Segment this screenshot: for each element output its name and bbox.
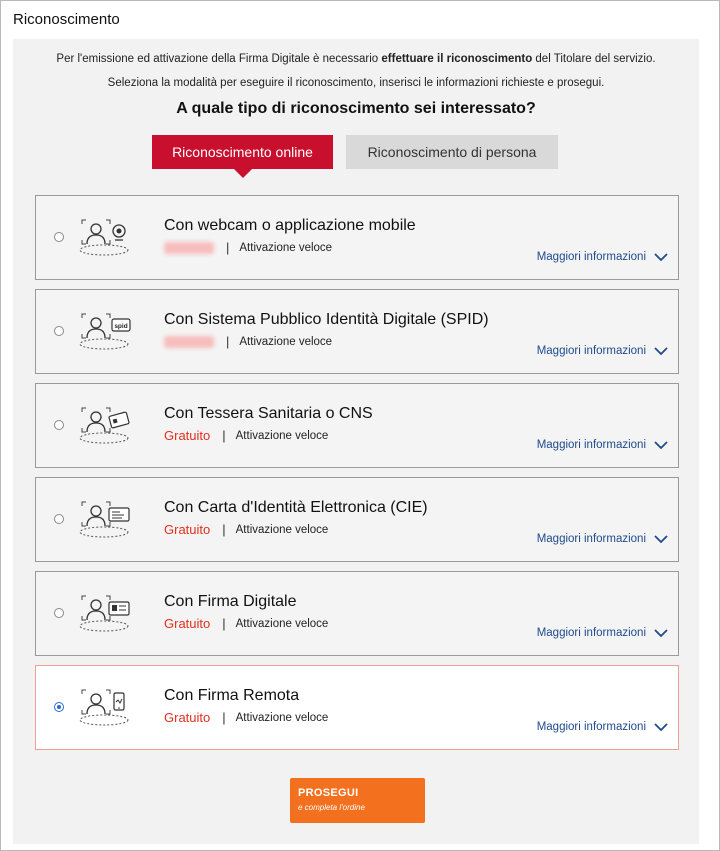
more-info-link[interactable]: Maggiori informazioni	[537, 251, 668, 263]
option-card-health-card[interactable]: Con Tessera Sanitaria o CNS Gratuito | A…	[35, 383, 679, 468]
chevron-down-icon	[654, 252, 668, 261]
remote-signature-phone-icon	[79, 689, 129, 726]
option-speed: Attivazione veloce	[235, 429, 329, 442]
option-card-digital-signature[interactable]: Con Firma Digitale Gratuito | Attivazion…	[35, 571, 679, 656]
spid-icon: spid	[79, 313, 131, 350]
option-speed: Attivazione veloce	[239, 335, 333, 348]
option-subline: Gratuito | Attivazione veloce	[164, 616, 328, 631]
option-price: Gratuito	[164, 710, 211, 725]
chevron-down-icon	[654, 534, 668, 543]
intro-text-part1: Per l'emissione ed attivazione della Fir…	[56, 53, 382, 65]
proceed-button-sublabel: e completa l'ordine	[298, 803, 365, 812]
option-title: Con Tessera Sanitaria o CNS	[164, 405, 373, 422]
digital-signature-card-icon	[79, 595, 130, 632]
more-info-label: Maggiori informazioni	[536, 345, 646, 357]
more-info-label: Maggiori informazioni	[536, 721, 646, 733]
option-subline: | Attivazione veloce	[164, 334, 332, 349]
option-card-spid[interactable]: spid Con Sistema Pubblico Identità Digit…	[35, 289, 679, 374]
option-title: Con Firma Digitale	[164, 593, 297, 610]
option-title: Con Sistema Pubblico Identità Digitale (…	[164, 311, 489, 328]
more-info-link[interactable]: Maggiori informazioni	[537, 627, 668, 639]
more-info-label: Maggiori informazioni	[536, 627, 646, 639]
tab-in-person-recognition[interactable]: Riconoscimento di persona	[346, 135, 558, 169]
intro-text-line1: Per l'emissione ed attivazione della Fir…	[13, 53, 699, 65]
option-subline: Gratuito | Attivazione veloce	[164, 710, 328, 725]
more-info-link[interactable]: Maggiori informazioni	[537, 721, 668, 733]
intro-text-bold: effettuare il riconoscimento	[381, 53, 533, 65]
option-radio-health-card[interactable]	[54, 420, 64, 430]
webcam-icon	[79, 219, 129, 256]
page-title: Riconoscimento	[13, 11, 120, 28]
option-subline: Gratuito | Attivazione veloce	[164, 522, 328, 537]
window-frame: Riconoscimento Per l'emissione ed attiva…	[0, 0, 720, 851]
option-card-remote-signature[interactable]: Con Firma Remota Gratuito | Attivazione …	[35, 665, 679, 750]
chevron-down-icon	[654, 346, 668, 355]
option-card-webcam[interactable]: Con webcam o applicazione mobile | Attiv…	[35, 195, 679, 280]
option-subline: Gratuito | Attivazione veloce	[164, 428, 328, 443]
tab-online-recognition[interactable]: Riconoscimento online	[152, 135, 333, 178]
chevron-down-icon	[654, 722, 668, 731]
more-info-link[interactable]: Maggiori informazioni	[537, 439, 668, 451]
option-radio-cie[interactable]	[54, 514, 64, 524]
intro-text-line2: Seleziona la modalità per eseguire il ri…	[107, 77, 605, 89]
option-price: Gratuito	[164, 616, 211, 631]
proceed-button[interactable]: PROSEGUI e completa l'ordine	[290, 778, 425, 823]
id-card-icon	[79, 501, 130, 538]
option-title: Con Carta d'Identità Elettronica (CIE)	[164, 499, 428, 516]
separator: |	[222, 616, 226, 631]
separator: |	[222, 522, 226, 537]
chevron-down-icon	[654, 628, 668, 637]
option-title: Con webcam o applicazione mobile	[164, 217, 416, 234]
option-speed: Attivazione veloce	[235, 617, 329, 630]
more-info-label: Maggiori informazioni	[536, 251, 646, 263]
option-radio-webcam[interactable]	[54, 232, 64, 242]
option-title: Con Firma Remota	[164, 687, 300, 704]
option-price: Gratuito	[164, 428, 211, 443]
option-price-blurred	[164, 241, 214, 254]
option-price: Gratuito	[164, 522, 211, 537]
option-card-cie[interactable]: Con Carta d'Identità Elettronica (CIE) G…	[35, 477, 679, 562]
more-info-link[interactable]: Maggiori informazioni	[537, 345, 668, 357]
option-radio-spid[interactable]	[54, 326, 64, 336]
separator: |	[226, 240, 230, 255]
chevron-down-icon	[654, 440, 668, 449]
option-speed: Attivazione veloce	[235, 711, 329, 724]
recognition-panel: Per l'emissione ed attivazione della Fir…	[13, 39, 699, 844]
option-price-blurred	[164, 335, 214, 348]
separator: |	[226, 334, 230, 349]
svg-text:spid: spid	[114, 323, 127, 330]
separator: |	[222, 710, 226, 725]
intro-text-part2: del Titolare del servizio.	[532, 53, 656, 65]
proceed-button-label: PROSEGUI	[298, 787, 359, 799]
option-speed: Attivazione veloce	[239, 241, 333, 254]
more-info-link[interactable]: Maggiori informazioni	[537, 533, 668, 545]
separator: |	[222, 428, 226, 443]
option-subline: | Attivazione veloce	[164, 240, 332, 255]
option-radio-remote-signature[interactable]	[54, 702, 64, 712]
option-speed: Attivazione veloce	[235, 523, 329, 536]
more-info-label: Maggiori informazioni	[536, 533, 646, 545]
option-radio-digital-signature[interactable]	[54, 608, 64, 618]
health-card-icon	[79, 407, 130, 444]
more-info-label: Maggiori informazioni	[536, 439, 646, 451]
question-heading: A quale tipo di riconoscimento sei inter…	[176, 100, 536, 117]
